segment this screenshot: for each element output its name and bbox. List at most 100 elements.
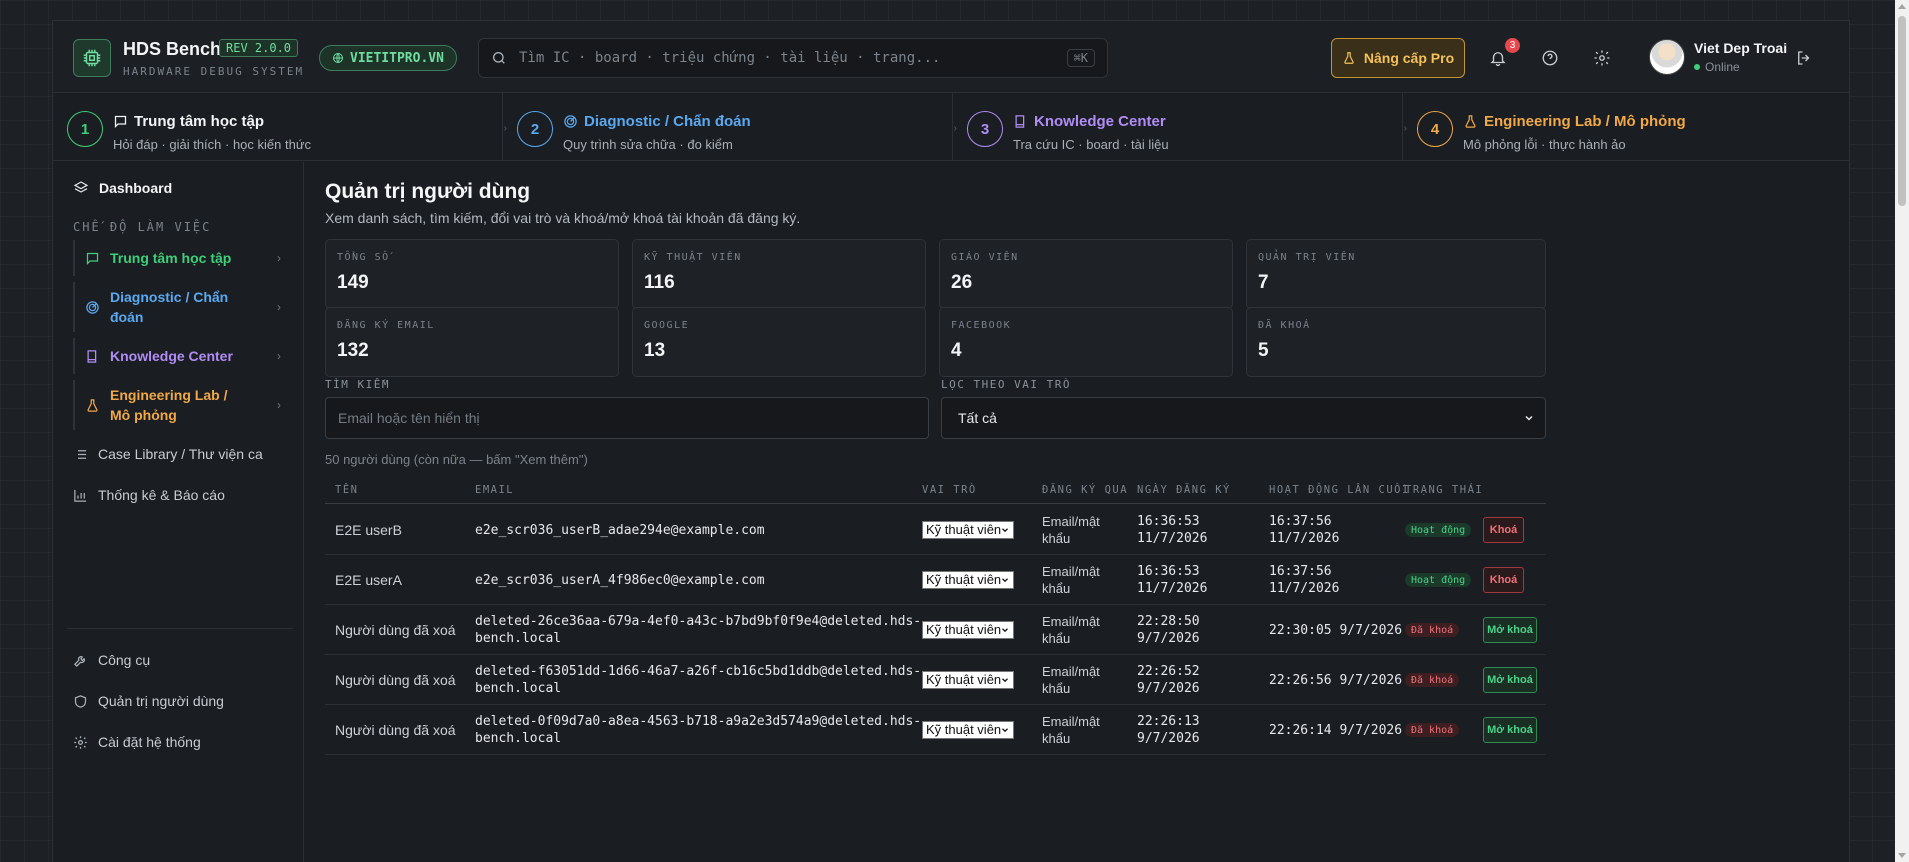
chevron-down-icon bbox=[1002, 628, 1008, 633]
module-knowledge[interactable]: 3 Knowledge Center Tra cứu IC · board · … bbox=[953, 93, 1407, 161]
signup-method-line: Email/mật bbox=[1042, 614, 1100, 629]
role-value: Kỹ thuật viên bbox=[926, 722, 1002, 737]
unlock-button[interactable]: Mở khoá bbox=[1483, 667, 1537, 693]
sidebar-item-user-admin[interactable]: Quản trị người dùng bbox=[73, 693, 224, 709]
chevron-right-icon: › bbox=[277, 398, 281, 412]
stat-label: GIÁO VIÊN bbox=[951, 252, 1019, 263]
lock-button[interactable]: Khoá bbox=[1483, 517, 1524, 543]
user-count-text: 50 người dùng (còn nữa — bấm "Xem thêm") bbox=[325, 452, 588, 467]
stat-card-locked: ĐÃ KHOÁ 5 bbox=[1246, 307, 1546, 377]
column-header: NGÀY ĐĂNG KÝ bbox=[1137, 484, 1231, 496]
search-label: TÌM KIẾM bbox=[325, 378, 390, 391]
registered-date-cell: 22:26:52 9/7/2026 bbox=[1137, 663, 1200, 697]
brand-name: HDS Bench bbox=[123, 39, 222, 59]
role-value: Kỹ thuật viên bbox=[926, 522, 1002, 537]
chevron-down-icon bbox=[1002, 678, 1008, 683]
unlock-button[interactable]: Mở khoá bbox=[1483, 617, 1537, 643]
logout-icon[interactable] bbox=[1793, 47, 1815, 69]
sidebar-mode-knowledge[interactable]: Knowledge Center › bbox=[73, 338, 287, 374]
module-number: 4 bbox=[1417, 111, 1453, 147]
stat-value: 149 bbox=[337, 272, 369, 293]
stat-label: FACEBOOK bbox=[951, 320, 1012, 331]
gear-icon bbox=[74, 735, 87, 749]
unlock-button[interactable]: Mở khoá bbox=[1483, 717, 1537, 743]
chevron-right-icon: › bbox=[277, 300, 281, 314]
status-badge: Đã khoá bbox=[1405, 673, 1460, 687]
sidebar-mode-engineering-lab[interactable]: Engineering Lab / Mô phỏng › bbox=[73, 380, 287, 430]
role-filter-select[interactable]: Tất cả bbox=[941, 397, 1546, 439]
upgrade-pro-button[interactable]: Nâng cấp Pro bbox=[1331, 38, 1465, 78]
page-scrollbar[interactable] bbox=[1895, 0, 1909, 862]
table-header: TÊN EMAIL VAI TRÒ ĐĂNG KÝ QUA NGÀY ĐĂNG … bbox=[325, 478, 1546, 504]
page-subtitle: Xem danh sách, tìm kiếm, đổi vai trò và … bbox=[325, 210, 801, 226]
scrollbar-thumb[interactable] bbox=[1898, 16, 1906, 206]
registered-date-cell: 22:28:50 9/7/2026 bbox=[1137, 613, 1200, 647]
sidebar-item-statistics[interactable]: Thống kê & Báo cáo bbox=[73, 487, 225, 503]
stat-label: KỸ THUẬT VIÊN bbox=[644, 252, 742, 263]
role-select[interactable]: Kỹ thuật viên bbox=[922, 671, 1014, 689]
site-label: VIETITPRO.VN bbox=[350, 50, 444, 66]
help-icon[interactable] bbox=[1539, 47, 1561, 69]
bar-chart-icon bbox=[74, 489, 87, 502]
status-badge: Hoạt động bbox=[1405, 523, 1472, 537]
chip-logo-icon[interactable] bbox=[73, 39, 111, 77]
role-select[interactable]: Kỹ thuật viên bbox=[922, 621, 1014, 639]
column-header: ĐĂNG KÝ QUA bbox=[1042, 484, 1129, 496]
table-row: Người dùng đã xoá deleted-f63051dd-1d66-… bbox=[325, 655, 1546, 705]
sidebar-item-label: Case Library / Thư viện ca bbox=[98, 446, 263, 462]
stat-card-google: GOOGLE 13 bbox=[632, 307, 926, 377]
global-search[interactable]: Tìm IC · board · triệu chứng · tài liệu … bbox=[478, 38, 1108, 78]
status-badge: Đã khoá bbox=[1405, 623, 1460, 637]
user-name-cell: E2E userB bbox=[335, 522, 402, 538]
sidebar-mode-learning[interactable]: Trung tâm học tập › bbox=[73, 240, 287, 276]
stat-value: 4 bbox=[951, 340, 962, 361]
main-content: Quản trị người dùng Xem danh sách, tìm k… bbox=[305, 162, 1849, 862]
signup-method-line: Email/mật bbox=[1042, 564, 1100, 579]
scroll-down-icon[interactable] bbox=[1898, 853, 1906, 858]
user-status: Online bbox=[1694, 60, 1740, 74]
email-line: bench.local bbox=[475, 631, 562, 646]
lock-button[interactable]: Khoá bbox=[1483, 567, 1524, 593]
role-filter-value: Tất cả bbox=[958, 410, 997, 426]
role-select[interactable]: Kỹ thuật viên bbox=[922, 521, 1014, 539]
search-placeholder: Tìm IC · board · triệu chứng · tài liệu … bbox=[519, 50, 941, 66]
module-diagnostic[interactable]: 2 Diagnostic / Chẩn đoán Quy trình sửa c… bbox=[503, 93, 957, 161]
sidebar-item-dashboard[interactable]: Dashboard bbox=[73, 180, 172, 196]
role-select[interactable]: Kỹ thuật viên bbox=[922, 721, 1014, 739]
date-line: 9/7/2026 bbox=[1137, 731, 1200, 746]
date-line: 22:26:13 bbox=[1137, 714, 1200, 729]
user-name: Viet Dep Troai bbox=[1694, 40, 1788, 56]
gear-icon[interactable] bbox=[1591, 47, 1613, 69]
scroll-up-icon[interactable] bbox=[1898, 4, 1906, 9]
site-link[interactable]: VIETITPRO.VN bbox=[319, 45, 457, 71]
signup-method-cell: Email/mật khẩu bbox=[1042, 563, 1100, 597]
bell-icon[interactable] bbox=[1487, 47, 1509, 69]
column-header: HOẠT ĐỘNG LẦN CUỐI bbox=[1269, 484, 1410, 496]
registered-date-cell: 16:36:53 11/7/2026 bbox=[1137, 513, 1207, 547]
sidebar-mode-diagnostic[interactable]: Diagnostic / Chẩn đoán › bbox=[73, 282, 287, 332]
stat-value: 116 bbox=[644, 272, 675, 293]
registered-date-cell: 16:36:53 11/7/2026 bbox=[1137, 563, 1207, 597]
module-engineering-lab[interactable]: 4 Engineering Lab / Mô phỏng Mô phỏng lỗ… bbox=[1403, 93, 1849, 161]
user-name-cell: E2E userA bbox=[335, 572, 402, 588]
email-line: deleted-f63051dd-1d66-46a7-a26f-cb16c5bd… bbox=[475, 664, 922, 679]
stat-label: GOOGLE bbox=[644, 320, 690, 331]
email-line: bench.local bbox=[475, 731, 562, 746]
search-icon bbox=[493, 52, 505, 64]
user-email-cell: deleted-26ce36aa-679a-4ef0-a43c-b7bd9bf0… bbox=[475, 613, 921, 647]
module-learning[interactable]: 1 Trung tâm học tập Hỏi đáp · giải thích… bbox=[53, 93, 507, 161]
module-number: 1 bbox=[67, 111, 103, 147]
role-select[interactable]: Kỹ thuật viên bbox=[922, 571, 1014, 589]
avatar[interactable] bbox=[1649, 39, 1685, 75]
registered-date-cell: 22:26:13 9/7/2026 bbox=[1137, 713, 1200, 747]
sidebar-item-tools[interactable]: Công cụ bbox=[73, 652, 150, 668]
signup-method-line: khẩu bbox=[1042, 631, 1071, 646]
shield-icon bbox=[74, 694, 87, 708]
sidebar-item-settings[interactable]: Cài đặt hệ thống bbox=[73, 734, 201, 750]
email-line: deleted-0f09d7a0-a8ea-4563-b718-a9a2e3d5… bbox=[475, 714, 922, 729]
sidebar-item-label: Thống kê & Báo cáo bbox=[98, 487, 225, 503]
user-search-input[interactable]: Email hoặc tên hiển thị bbox=[325, 397, 929, 439]
signup-method-line: Email/mật bbox=[1042, 514, 1100, 529]
sidebar-item-case-library[interactable]: Case Library / Thư viện ca bbox=[73, 446, 263, 462]
signup-method-cell: Email/mật khẩu bbox=[1042, 513, 1100, 547]
